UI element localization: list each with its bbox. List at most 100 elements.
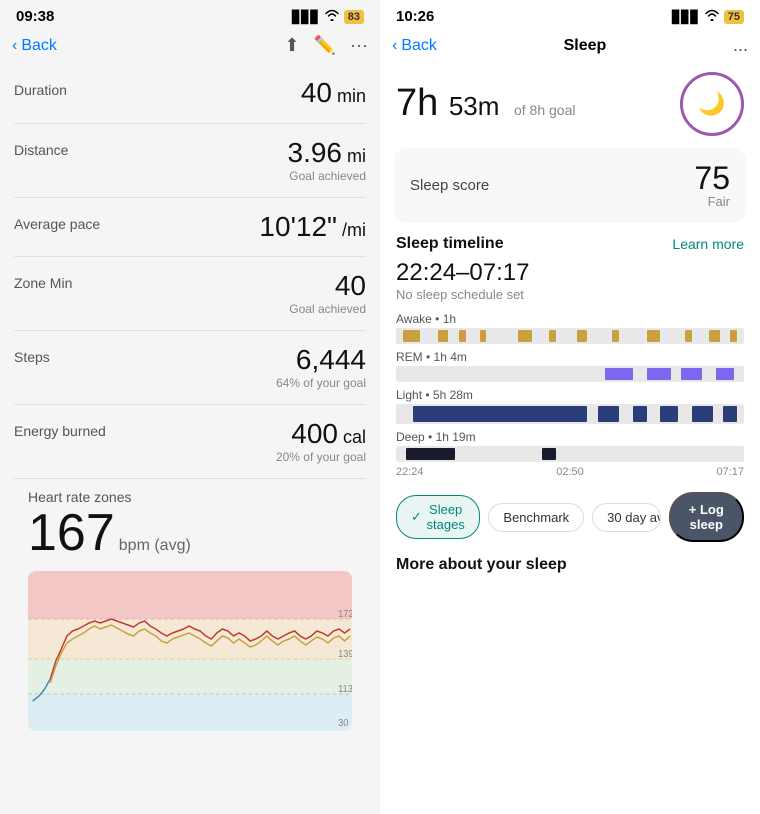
stage-light: Light • 5h 28m (396, 388, 744, 424)
time-end: 07:17 (716, 466, 744, 478)
duration-value-block: 40 min (301, 78, 366, 109)
sleep-tabs: ✓ Sleep stages Benchmark 30 day ave + Lo… (380, 486, 760, 548)
sleep-header: 7h 53m of 8h goal 🌙 (380, 64, 760, 148)
zone-min-value: 40 (289, 271, 366, 302)
metric-avg-pace: Average pace 10'12" /mi (14, 198, 366, 258)
check-icon: ✓ (411, 509, 422, 525)
sleep-score-value-block: 75 Fair (694, 162, 730, 209)
metric-steps: Steps 6,444 64% of your goal (14, 331, 366, 405)
battery-left: 83 (344, 10, 364, 24)
zone-min-sub: Goal achieved (289, 302, 366, 316)
timeline-title: Sleep timeline (396, 235, 504, 253)
nav-bar-left: ‹ Back ⬆ ✏️ ··· (0, 29, 380, 64)
stage-rem: REM • 1h 4m (396, 350, 744, 382)
svg-text:172: 172 (338, 608, 352, 619)
nav-actions-left: ⬆ ✏️ ··· (285, 35, 369, 56)
back-label-right: Back (401, 37, 437, 55)
signal-icon-left: ▊▊▊ (292, 10, 320, 24)
more-about-sleep: More about your sleep (380, 548, 760, 582)
status-icons-right: ▊▊▊ 75 (672, 9, 744, 24)
chevron-left-icon-right: ‹ (392, 37, 397, 55)
sleep-time-row: 7h 53m of 8h goal 🌙 (396, 72, 744, 136)
nav-actions-right: ... (733, 35, 748, 56)
energy-value-block: 400 cal 20% of your goal (276, 419, 366, 464)
learn-more-button[interactable]: Learn more (672, 236, 744, 252)
wifi-icon-right (704, 9, 720, 24)
steps-sub: 64% of your goal (276, 376, 366, 390)
sleep-time-text: 7h 53m of 8h goal (396, 83, 575, 125)
time-left: 09:38 (16, 8, 54, 25)
tab-sleep-stages[interactable]: ✓ Sleep stages (396, 495, 480, 539)
metrics-container: Duration 40 min Distance 3.96 mi Goal ac… (0, 64, 380, 814)
chevron-left-icon-left: ‹ (12, 37, 17, 55)
status-bar-left: 09:38 ▊▊▊ 83 (0, 0, 380, 29)
zone-min-value-block: 40 Goal achieved (289, 271, 366, 316)
steps-label: Steps (14, 345, 50, 365)
distance-value-block: 3.96 mi Goal achieved (288, 138, 367, 183)
distance-label: Distance (14, 138, 68, 158)
back-button-right[interactable]: ‹ Back (392, 37, 437, 55)
distance-value: 3.96 mi (288, 138, 367, 169)
log-sleep-button[interactable]: + Log sleep (669, 492, 744, 542)
sleep-score-number: 75 (694, 162, 730, 194)
timeline-times: 22:24 02:50 07:17 (396, 466, 744, 478)
timeline-header: Sleep timeline Learn more (396, 235, 744, 253)
sleep-panel: 10:26 ▊▊▊ 75 ‹ Back Sleep ... (380, 0, 760, 814)
hr-zones-title: Heart rate zones (28, 489, 352, 505)
duration-label: Duration (14, 78, 67, 98)
tab-30-day[interactable]: 30 day ave (592, 503, 660, 532)
status-icons-left: ▊▊▊ 83 (292, 9, 364, 24)
sleep-range: 22:24–07:17 (396, 259, 744, 287)
avg-pace-label: Average pace (14, 212, 100, 232)
energy-value: 400 cal (276, 419, 366, 450)
sleep-nav-title: Sleep (564, 37, 607, 55)
workout-panel: 09:38 ▊▊▊ 83 ‹ Back ⬆ ✏️ ··· Du (0, 0, 380, 814)
steps-value: 6,444 (276, 345, 366, 376)
nav-bar-right: ‹ Back Sleep ... (380, 29, 760, 64)
more-icon-right[interactable]: ... (733, 35, 748, 56)
distance-sub: Goal achieved (288, 169, 367, 183)
hr-bpm-value: 167bpm (avg) (28, 507, 352, 559)
time-right: 10:26 (396, 8, 434, 25)
sleep-duration: 7h 53m of 8h goal (396, 83, 575, 125)
sleep-score-label: Sleep score (410, 177, 489, 194)
awake-bar-track (396, 328, 744, 344)
chart-svg: 172 139 113 30 (28, 571, 352, 731)
metric-zone-min: Zone Min 40 Goal achieved (14, 257, 366, 331)
sleep-score-card: Sleep score 75 Fair (394, 148, 746, 223)
steps-value-block: 6,444 64% of your goal (276, 345, 366, 390)
status-bar-right: 10:26 ▊▊▊ 75 (380, 0, 760, 29)
back-button-left[interactable]: ‹ Back (12, 37, 57, 55)
energy-label: Energy burned (14, 419, 106, 439)
signal-icon-right: ▊▊▊ (672, 10, 700, 24)
svg-text:30: 30 (338, 717, 348, 728)
rem-label: REM • 1h 4m (396, 350, 744, 364)
stage-deep: Deep • 1h 19m (396, 430, 744, 462)
share-icon[interactable]: ⬆ (285, 35, 300, 56)
avg-pace-value-block: 10'12" /mi (259, 212, 366, 243)
energy-sub: 20% of your goal (276, 450, 366, 464)
no-schedule-label: No sleep schedule set (396, 287, 744, 302)
sleep-goal-circle: 🌙 (680, 72, 744, 136)
metric-duration: Duration 40 min (14, 64, 366, 124)
heart-rate-chart: 172 139 113 30 (28, 571, 352, 731)
light-label: Light • 5h 28m (396, 388, 744, 402)
wifi-icon-left (324, 9, 340, 24)
more-icon-left[interactable]: ··· (350, 35, 368, 56)
time-start: 22:24 (396, 466, 424, 478)
svg-text:139: 139 (338, 648, 352, 659)
light-bar-track (396, 404, 744, 424)
deep-label: Deep • 1h 19m (396, 430, 744, 444)
metric-energy: Energy burned 400 cal 20% of your goal (14, 405, 366, 479)
battery-right: 75 (724, 10, 744, 24)
rem-bar-track (396, 366, 744, 382)
avg-pace-value: 10'12" /mi (259, 212, 366, 243)
edit-icon[interactable]: ✏️ (314, 35, 336, 56)
tab-benchmark[interactable]: Benchmark (488, 503, 584, 532)
zone-min-label: Zone Min (14, 271, 72, 291)
stage-awake: Awake • 1h (396, 312, 744, 344)
awake-label: Awake • 1h (396, 312, 744, 326)
metric-distance: Distance 3.96 mi Goal achieved (14, 124, 366, 198)
deep-bar-track (396, 446, 744, 462)
hr-zones-section: Heart rate zones 167bpm (avg) (14, 479, 366, 565)
